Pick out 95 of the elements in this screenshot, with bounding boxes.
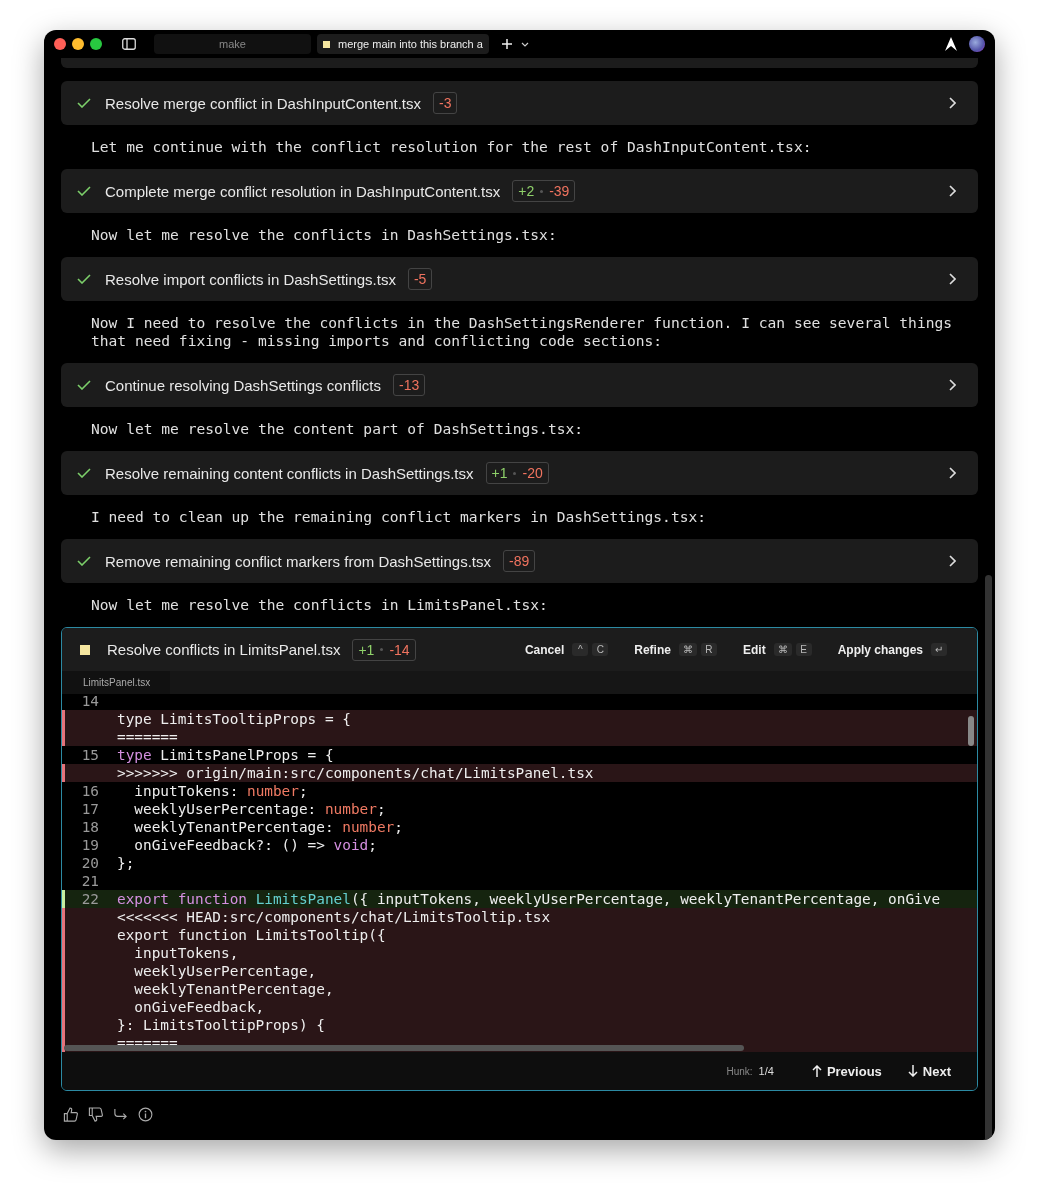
line-number: 19 xyxy=(80,836,100,854)
tool-step-card[interactable]: Continue resolving DashSettings conflicts -13 xyxy=(61,363,978,407)
code-line: inputTokens, xyxy=(133,944,239,962)
arrow-down-icon xyxy=(907,1065,918,1077)
code-line: export function LimitsPanel({ inputTokens, weeklyUserPercentage, weeklyTenantPercentage, onGive xyxy=(117,890,941,908)
action-button[interactable]: Refine xyxy=(634,642,671,657)
minimize-button[interactable] xyxy=(72,38,84,50)
assistant-message: Let me continue with the conflict resolution for the rest of DashInputContent.tsx: xyxy=(90,137,813,157)
caret-icon[interactable] xyxy=(520,41,529,47)
line-number: 18 xyxy=(80,818,100,836)
line-number: 17 xyxy=(80,800,100,818)
chevron-right-icon[interactable] xyxy=(949,273,956,285)
line-number: 16 xyxy=(80,782,100,800)
code-line: }; xyxy=(117,854,135,872)
step-title: Resolve import conflicts in DashSettings.tsx xyxy=(105,270,396,288)
diff-stat: -3 xyxy=(433,92,458,114)
code-line: type LimitsPanelProps = { xyxy=(117,746,334,764)
scrollbar-thumb[interactable] xyxy=(985,575,992,1140)
code-line: ======= xyxy=(117,1034,178,1052)
tool-step-card[interactable]: Remove remaining conflict markers from DashSettings.tsx -89 xyxy=(61,539,978,583)
thumbs-down-icon[interactable] xyxy=(88,1107,103,1122)
close-button[interactable] xyxy=(54,38,66,50)
code-line: inputTokens: number; xyxy=(133,782,308,800)
code-line: onGiveFeedback?: () => void; xyxy=(133,836,377,854)
code-line: weeklyUserPercentage: number; xyxy=(133,800,386,818)
scrollbar-thumb[interactable] xyxy=(968,716,974,746)
line-number: 22 xyxy=(80,890,100,908)
shortcut-key: C xyxy=(592,643,609,656)
browser-tab[interactable]: merge main into this branch a xyxy=(317,34,489,54)
new-tab-icon[interactable] xyxy=(500,38,513,50)
code-line: >>>>>>> origin/main:src/components/chat/LimitsPanel.tsx xyxy=(117,764,594,782)
code-line: <<<<<<< HEAD:src/components/chat/LimitsTooltip.tsx xyxy=(117,908,551,926)
diff-stat: -13 xyxy=(393,374,426,396)
shortcut-key: E xyxy=(795,643,812,656)
tool-step-card[interactable]: Resolve merge conflict in DashInputContent.tsx -3 xyxy=(61,81,978,125)
code-line: weeklyTenantPercentage, xyxy=(133,980,334,998)
next-button[interactable]: Next xyxy=(903,1059,955,1083)
browser-tab[interactable]: make xyxy=(154,34,311,54)
step-title: Resolve merge conflict in DashInputContent.tsx xyxy=(105,94,421,112)
chevron-right-icon[interactable] xyxy=(949,379,956,391)
code-line: ======= xyxy=(117,728,178,746)
shortcut-key: ⌘ xyxy=(678,643,697,656)
share-arrow-icon[interactable] xyxy=(113,1107,128,1122)
tool-step-card[interactable]: Resolve import conflicts in DashSettings.tsx -5 xyxy=(61,257,978,301)
chevron-right-icon[interactable] xyxy=(949,97,956,109)
step-title: Continue resolving DashSettings conflicts xyxy=(105,376,381,394)
diff-stat: +1 -20 xyxy=(485,462,549,484)
hunk-label: Hunk: xyxy=(726,1065,753,1077)
line-number: 21 xyxy=(80,872,100,890)
line-number: 20 xyxy=(80,854,100,872)
action-button[interactable]: Apply changes xyxy=(837,642,923,657)
chevron-right-icon[interactable] xyxy=(949,185,956,197)
code-line: onGiveFeedback, xyxy=(133,998,265,1016)
avatar-icon[interactable] xyxy=(969,36,985,52)
hunk-counter: 1/4 xyxy=(758,1065,774,1077)
code-line: }: LimitsTooltipProps) { xyxy=(117,1016,325,1034)
action-button[interactable]: Edit xyxy=(742,642,766,657)
line-number: 15 xyxy=(80,746,100,764)
code-line: weeklyUserPercentage, xyxy=(133,962,317,980)
scrollbar-thumb[interactable] xyxy=(64,1045,744,1051)
tool-step-card[interactable]: Complete merge conflict resolution in DashInputContent.tsx +2 -39 xyxy=(61,169,978,213)
shortcut-key: ⌘ xyxy=(773,643,792,656)
step-title: Remove remaining conflict markers from DashSettings.tsx xyxy=(105,552,491,570)
code-line: weeklyTenantPercentage: number; xyxy=(133,818,403,836)
diff-stat: +2 -39 xyxy=(512,180,576,202)
thumbs-up-icon[interactable] xyxy=(63,1107,78,1122)
shortcut-key: ^ xyxy=(572,643,589,656)
diff-stat: +1 -14 xyxy=(352,638,416,661)
chevron-right-icon[interactable] xyxy=(949,467,956,479)
code-line: type LimitsTooltipProps = { xyxy=(117,710,351,728)
shortcut-key: R xyxy=(700,643,717,656)
assistant-message: Now I need to resolve the conflicts in the DashSettingsRenderer function. I can see several things that need fixing - missing imports and conflicting code sections: xyxy=(90,313,954,351)
shortcut-key: ↵ xyxy=(931,643,947,656)
sidebar-toggle-icon[interactable] xyxy=(122,38,136,50)
code-line: export function LimitsTooltip({ xyxy=(117,926,386,944)
assistant-message: Now let me resolve the content part of DashSettings.tsx: xyxy=(90,419,585,439)
tool-step-card[interactable]: Resolve remaining content conflicts in DashSettings.tsx +1 -20 xyxy=(61,451,978,495)
logo-icon xyxy=(945,37,957,51)
info-icon[interactable] xyxy=(138,1107,153,1122)
previous-button[interactable]: Previous xyxy=(807,1059,886,1083)
action-button[interactable]: Cancel xyxy=(524,642,565,657)
file-tab[interactable]: LimitsPanel.tsx xyxy=(62,671,170,694)
assistant-message: Now let me resolve the conflicts in DashSettings.tsx: xyxy=(90,225,558,245)
step-title: Resolve remaining content conflicts in DashSettings.tsx xyxy=(105,464,474,482)
diff-stat: -5 xyxy=(407,268,433,290)
line-number: 14 xyxy=(80,694,100,710)
assistant-message: I need to clean up the remaining conflict markers in DashSettings.tsx: xyxy=(90,507,708,527)
square-icon xyxy=(323,40,330,48)
arrow-up-icon xyxy=(811,1065,822,1077)
step-title: Complete merge conflict resolution in DashInputContent.tsx xyxy=(105,182,501,200)
diff-stat: -89 xyxy=(502,550,536,572)
chevron-right-icon[interactable] xyxy=(949,555,956,567)
assistant-message: Now let me resolve the conflicts in LimitsPanel.tsx: xyxy=(90,595,549,615)
zoom-button[interactable] xyxy=(90,38,102,50)
step-title: Resolve conflicts in LimitsPanel.tsx xyxy=(107,641,341,658)
